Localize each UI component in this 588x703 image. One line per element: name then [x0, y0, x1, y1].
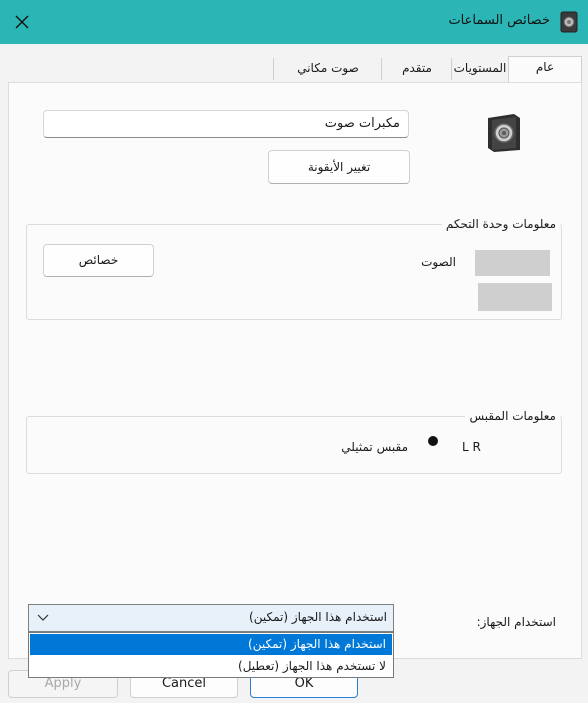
redacted-controller-detail [478, 283, 552, 311]
close-button[interactable] [8, 8, 36, 36]
close-icon [15, 15, 29, 29]
device-usage-dropdown-list: استخدام هذا الجهاز (تمكين) لا تستخدم هذا… [28, 632, 394, 678]
jack-color-dot [428, 436, 438, 446]
change-icon-button[interactable]: تغيير الأيقونة [268, 150, 410, 184]
device-name-field[interactable]: مكبرات صوت [43, 110, 409, 138]
redacted-controller-name [475, 250, 550, 276]
dropdown-option-disable[interactable]: لا تستخدم هذا الجهاز (تعطيل) [30, 656, 392, 677]
device-usage-label: استخدام الجهاز: [476, 615, 556, 629]
device-usage-select[interactable]: استخدام هذا الجهاز (تمكين) [28, 604, 394, 632]
properties-button[interactable]: خصائص [43, 244, 154, 277]
speaker-title-icon [560, 11, 578, 33]
device-usage-selected: استخدام هذا الجهاز (تمكين) [249, 610, 387, 624]
jack-info-label: معلومات المقبس [465, 409, 560, 423]
speaker-icon [488, 114, 520, 152]
jack-type-label: مقبس تمثيلي [341, 440, 408, 454]
sound-controller-label: الصوت [421, 255, 456, 269]
chevron-down-icon [37, 614, 49, 621]
title-bar: خصائص السماعات [0, 0, 588, 44]
window-title: خصائص السماعات [448, 13, 550, 28]
dropdown-option-enable[interactable]: استخدام هذا الجهاز (تمكين) [30, 634, 392, 655]
tab-spatial-sound[interactable]: صوت مكاني [273, 58, 382, 80]
tab-advanced[interactable]: متقدم [381, 58, 452, 80]
tab-levels[interactable]: المستويات [451, 58, 508, 80]
tab-general[interactable]: عام [508, 56, 582, 83]
controller-info-label: معلومات وحدة التحكم [441, 217, 560, 231]
channel-letters: L R [462, 440, 481, 454]
jack-info-group [26, 416, 562, 474]
tab-strip: عام المستويات متقدم صوت مكاني [0, 56, 588, 83]
